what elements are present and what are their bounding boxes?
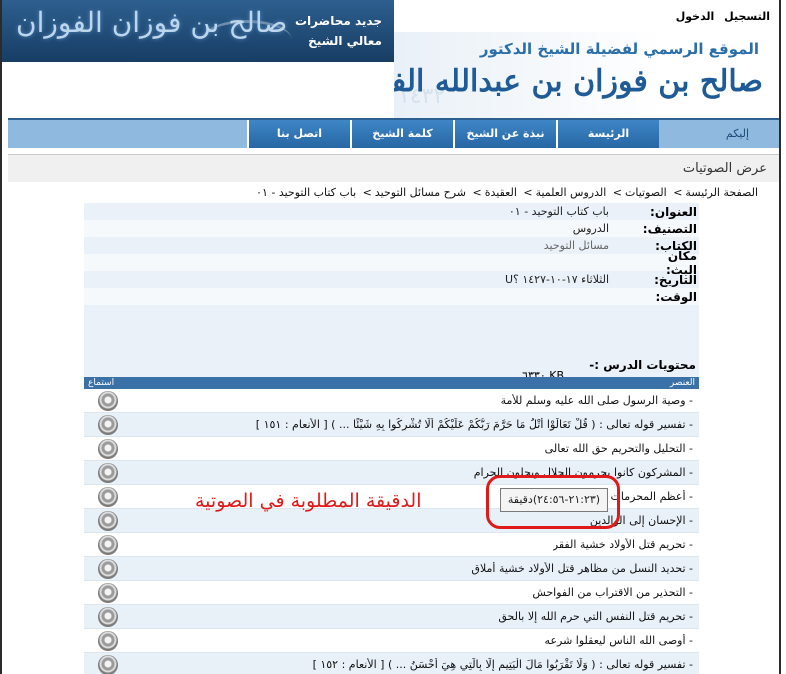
detail-value: الثلاثاء ١٧-١٠-١٤٢٧ ؟U <box>504 273 609 286</box>
breadcrumb-separator: > <box>523 186 533 199</box>
banner-calligraphy-logo: صالح بن فوزان الفوزان <box>16 6 288 39</box>
breadcrumb-home[interactable]: الصفحة الرئيسة <box>685 186 758 199</box>
column-header-listen: استماع <box>88 378 115 388</box>
detail-row-date: التاريخ: الثلاثاء ١٧-١٠-١٤٢٧ ؟U <box>84 271 699 288</box>
window-border-right <box>779 0 781 674</box>
play-icon[interactable] <box>98 438 118 459</box>
nav-item-ilaykum[interactable]: إليكم <box>659 120 779 148</box>
nav-item-home[interactable]: الرئيسة <box>556 120 659 148</box>
play-icon[interactable] <box>98 534 118 555</box>
nav-item-about-sheikh[interactable]: نبذة عن الشيخ <box>453 120 556 148</box>
site-subtitle: الموقع الرسمي لفضيلة الشيخ الدكتور <box>479 40 759 58</box>
table-row: - تحديد النسل من مظاهر قتل الأولاد خشية … <box>84 557 699 581</box>
login-link[interactable]: الدخول <box>676 10 715 23</box>
play-icon[interactable] <box>98 462 118 483</box>
detail-value: باب كتاب التوحيد - ٠١ <box>508 205 609 218</box>
register-link[interactable]: التسجيل <box>724 10 770 23</box>
table-row: - تفسير قوله تعالى : ( قُلْ تَعَالَوْا أ… <box>84 413 699 437</box>
breadcrumb-tawheed[interactable]: شرح مسائل التوحيد <box>375 186 466 199</box>
site-header: ١٤٣٢ الموقع الرسمي لفضيلة الشيخ الدكتور … <box>394 32 779 118</box>
row-title[interactable]: - أعظم المحرمات <box>611 490 699 503</box>
account-links: التسجيل الدخول <box>670 10 770 23</box>
detail-row-title: العنوان: باب كتاب التوحيد - ٠١ <box>84 203 699 220</box>
breadcrumb-audio[interactable]: الصوتيات <box>625 186 667 199</box>
site-title-logo[interactable]: صالح بن فوزان بن عبدالله الفوزان <box>394 64 763 99</box>
table-row: - تحريم قتل الأولاد خشية الفقر <box>84 533 699 557</box>
table-row: - وصية الرسول صلى الله عليه وسلم للأمة <box>84 389 699 413</box>
row-title[interactable]: - أوصى الله الناس ليعقلوا شرعه <box>545 634 699 647</box>
breadcrumb-current: باب كتاب التوحيد - ٠١ <box>256 186 357 199</box>
play-icon[interactable] <box>98 606 118 627</box>
detail-row-venue: مكان البث: <box>84 249 699 277</box>
play-icon[interactable] <box>98 510 118 531</box>
table-row: - التحليل والتحريم حق الله تعالى <box>84 437 699 461</box>
row-title[interactable]: - وصية الرسول صلى الله عليه وسلم للأمة <box>501 394 699 407</box>
breadcrumb: الصفحة الرئيسة> الصوتيات> الدروس العلمية… <box>256 186 758 199</box>
banner-new-lectures-text: جديد محاضرات <box>294 14 382 28</box>
table-row: - تحريم قتل النفس التي حرم الله إلا بالح… <box>84 605 699 629</box>
row-title[interactable]: - التحذير من الاقتراب من الفواحش <box>532 586 699 599</box>
detail-row-category: التصنيف: الدروس <box>84 220 699 237</box>
detail-label: التاريخ: <box>654 272 697 287</box>
play-icon[interactable] <box>98 486 118 507</box>
annotation-highlight-ring <box>486 475 620 529</box>
row-title[interactable]: - تحريم قتل الأولاد خشية الفقر <box>553 538 699 551</box>
breadcrumb-lessons[interactable]: الدروس العلمية <box>536 186 607 199</box>
row-title[interactable]: - تحريم قتل النفس التي حرم الله إلا بالح… <box>498 610 699 623</box>
row-title[interactable]: - تفسير قوله تعالى : ( قُلْ تَعَالَوْا أ… <box>256 418 699 431</box>
breadcrumb-aqeedah[interactable]: العقيدة <box>485 186 517 199</box>
play-icon[interactable] <box>98 630 118 651</box>
lectures-ad-banner[interactable]: صالح بن فوزان الفوزان جديد محاضرات معالي… <box>2 0 394 62</box>
detail-value: مسائل التوحيد <box>543 239 609 252</box>
row-title[interactable]: - التحليل والتحريم حق الله تعالى <box>545 442 699 455</box>
breadcrumb-separator: > <box>362 186 372 199</box>
detail-value: الدروس <box>572 222 609 235</box>
window-border-left <box>0 0 2 674</box>
lesson-contents-heading: محتويات الدرس :- <box>589 358 696 372</box>
breadcrumb-separator: > <box>612 186 622 199</box>
play-icon[interactable] <box>98 390 118 411</box>
row-title[interactable]: - تفسير قوله تعالى : ( وَلَا تَقْرَبُوا … <box>313 658 699 671</box>
table-row: - أوصى الله الناس ليعقلوا شرعه <box>84 629 699 653</box>
play-icon[interactable] <box>98 558 118 579</box>
banner-sheikh-text: معالي الشيخ <box>308 34 382 48</box>
detail-row-book: الكتاب: مسائل التوحيد <box>84 237 699 254</box>
table-row: - تفسير قوله تعالى : ( وَلَا تَقْرَبُوا … <box>84 653 699 674</box>
nav-fill <box>8 120 247 148</box>
play-icon[interactable] <box>98 414 118 435</box>
detail-row-time: الوقت: <box>84 288 699 305</box>
annotation-text: الدقيقة المطلوبة في الصوتية <box>195 490 422 512</box>
table-header: العنصر استماع <box>84 377 699 389</box>
table-row: - التحذير من الاقتراب من الفواحش <box>84 581 699 605</box>
row-title[interactable]: - تحديد النسل من مظاهر قتل الأولاد خشية … <box>471 562 699 575</box>
nav-item-contact[interactable]: اتصل بنا <box>247 120 350 148</box>
main-nav: إليكم الرئيسة نبذة عن الشيخ كلمة الشيخ ا… <box>8 118 779 148</box>
detail-label: الوقت: <box>655 289 697 304</box>
page-title: عرض الصوتيات <box>8 154 779 182</box>
breadcrumb-separator: > <box>673 186 683 199</box>
nav-item-sheikh-word[interactable]: كلمة الشيخ <box>350 120 453 148</box>
player-area <box>84 305 699 365</box>
play-icon[interactable] <box>98 582 118 603</box>
detail-label: التصنيف: <box>642 221 697 236</box>
breadcrumb-separator: > <box>472 186 482 199</box>
detail-label: العنوان: <box>650 204 697 219</box>
play-icon[interactable] <box>98 654 118 674</box>
column-header-item: العنصر <box>669 378 695 388</box>
